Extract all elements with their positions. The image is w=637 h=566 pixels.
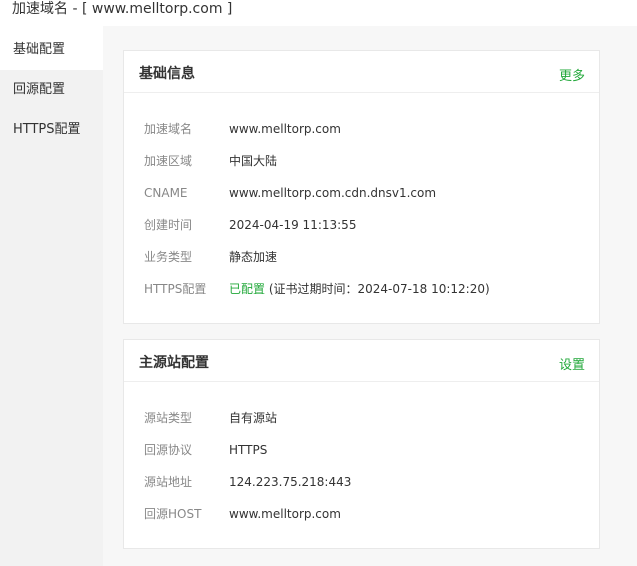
origin-config-card: 主源站配置 设置 源站类型 自有源站 回源协议 HTTPS 源站地址 124.2… xyxy=(123,339,600,549)
info-value: www.melltorp.com xyxy=(229,122,341,136)
origin-row-host: 回源HOST www.melltorp.com xyxy=(124,498,599,530)
info-row-created: 创建时间 2024-04-19 11:13:55 xyxy=(124,209,599,241)
info-row-business-type: 业务类型 静态加速 xyxy=(124,241,599,273)
origin-label: 源站地址 xyxy=(144,475,193,489)
info-value: 静态加速 xyxy=(229,250,278,264)
basic-info-card: 基础信息 更多 加速域名 www.melltorp.com 加速区域 中国大陆 … xyxy=(123,50,600,324)
https-status-badge: 已配置 xyxy=(229,282,266,296)
settings-link[interactable]: 设置 xyxy=(559,354,585,373)
origin-value: HTTPS xyxy=(229,443,268,457)
origin-config-title: 主源站配置 xyxy=(139,355,209,371)
more-link[interactable]: 更多 xyxy=(559,65,585,84)
origin-row-protocol: 回源协议 HTTPS xyxy=(124,434,599,466)
info-row-region: 加速区域 中国大陆 xyxy=(124,145,599,177)
origin-row-address: 源站地址 124.223.75.218:443 xyxy=(124,466,599,498)
info-label: 业务类型 xyxy=(144,250,193,264)
origin-row-type: 源站类型 自有源站 xyxy=(124,402,599,434)
origin-label: 源站类型 xyxy=(144,411,193,425)
origin-label: 回源协议 xyxy=(144,443,193,457)
info-row-domain: 加速域名 www.melltorp.com xyxy=(124,113,599,145)
layout: 基础配置 回源配置 HTTPS配置 基础信息 更多 加速域名 www.mellt… xyxy=(0,26,637,566)
origin-label: 回源HOST xyxy=(144,507,202,521)
origin-config-header: 主源站配置 设置 xyxy=(124,340,599,382)
info-row-cname: CNAME www.melltorp.com.cdn.dnsv1.com xyxy=(124,177,599,209)
info-value: www.melltorp.com.cdn.dnsv1.com xyxy=(229,186,437,200)
info-label: 加速区域 xyxy=(144,154,193,168)
origin-config-rows: 源站类型 自有源站 回源协议 HTTPS 源站地址 124.223.75.218… xyxy=(124,382,599,530)
basic-info-header: 基础信息 更多 xyxy=(124,51,599,93)
info-label: 创建时间 xyxy=(144,218,193,232)
sidebar: 基础配置 回源配置 HTTPS配置 xyxy=(0,26,103,566)
origin-value: www.melltorp.com xyxy=(229,507,341,521)
info-label: CNAME xyxy=(144,186,188,200)
info-label: 加速域名 xyxy=(144,122,193,136)
info-value: 已配置 (证书过期时间：2024-07-18 10:12:20) xyxy=(229,273,490,305)
basic-info-title: 基础信息 xyxy=(139,66,195,82)
page-title: 加速域名 - [ www.melltorp.com ] xyxy=(0,0,637,26)
sidebar-item-https-config[interactable]: HTTPS配置 xyxy=(0,110,103,150)
info-value: 2024-04-19 11:13:55 xyxy=(229,218,357,232)
info-row-https: HTTPS配置 已配置 (证书过期时间：2024-07-18 10:12:20) xyxy=(124,273,599,305)
main-content: 基础信息 更多 加速域名 www.melltorp.com 加速区域 中国大陆 … xyxy=(103,26,637,566)
cert-expiry-text: (证书过期时间：2024-07-18 10:12:20) xyxy=(265,282,490,296)
origin-value: 自有源站 xyxy=(229,411,278,425)
sidebar-item-origin-config[interactable]: 回源配置 xyxy=(0,70,103,110)
info-value: 中国大陆 xyxy=(229,154,278,168)
info-label: HTTPS配置 xyxy=(144,282,207,296)
basic-info-rows: 加速域名 www.melltorp.com 加速区域 中国大陆 CNAME ww… xyxy=(124,93,599,305)
sidebar-item-basic-config[interactable]: 基础配置 xyxy=(0,26,103,70)
origin-value: 124.223.75.218:443 xyxy=(229,475,352,489)
